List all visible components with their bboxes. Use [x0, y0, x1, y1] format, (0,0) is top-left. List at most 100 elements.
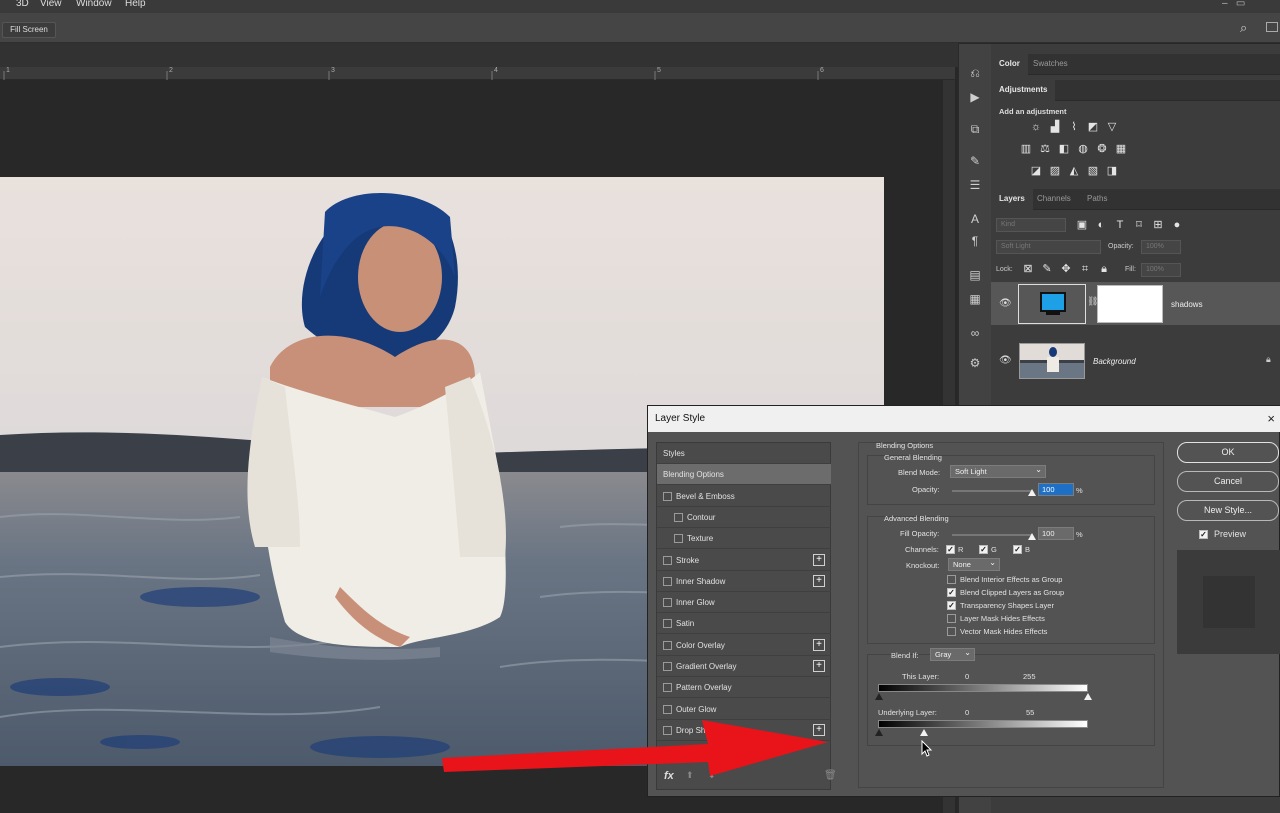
fill-opacity-slider[interactable]	[952, 534, 1032, 536]
properties-icon[interactable]: ☰	[967, 178, 983, 192]
style-checkbox[interactable]	[674, 534, 683, 544]
style-checkbox[interactable]	[663, 491, 672, 501]
black-white-icon[interactable]: ◧	[1057, 143, 1071, 155]
fill-opacity-field[interactable]: 100	[1038, 527, 1074, 540]
style-item[interactable]: Texture	[657, 528, 831, 550]
channel-b-checkbox[interactable]: ✓	[1013, 545, 1022, 554]
fill-opacity-slider-thumb[interactable]	[1028, 533, 1036, 540]
layer-row-background[interactable]: 👁︎ Background 🔒︎	[991, 339, 1280, 383]
this-layer-black-thumb[interactable]	[875, 693, 883, 700]
lock-all-icon[interactable]: 🔒︎	[1097, 263, 1111, 275]
eye-icon[interactable]: 👁︎	[999, 298, 1012, 310]
notes-icon[interactable]: ▦	[967, 292, 983, 306]
advanced-option-checkbox[interactable]: ✓	[947, 601, 956, 610]
style-item[interactable]: Styles	[657, 443, 831, 464]
underlying-layer-gradient[interactable]	[878, 720, 1088, 728]
smart-filter-icon[interactable]: ⊞	[1151, 219, 1165, 231]
channel-r-checkbox[interactable]: ✓	[946, 545, 955, 554]
clone-source-icon[interactable]: ⧉	[967, 122, 983, 136]
color-lookup-icon[interactable]: ▦	[1114, 143, 1128, 155]
style-item[interactable]: Inner Shadow +	[657, 571, 831, 592]
add-effect-plus-icon[interactable]: +	[813, 660, 825, 672]
advanced-option-checkbox[interactable]	[947, 627, 956, 636]
style-item[interactable]: Contour	[657, 507, 831, 528]
lock-position-icon[interactable]: ✥	[1059, 263, 1073, 275]
underlying-white-thumb[interactable]	[920, 729, 928, 736]
tab-adjustments[interactable]: Adjustments	[991, 80, 1056, 101]
layer-opacity-field[interactable]: 100%	[1141, 240, 1181, 254]
style-item[interactable]: Blending Options	[657, 464, 831, 486]
tab-layers[interactable]: Layers	[991, 189, 1033, 210]
layer-name[interactable]: Background	[1093, 357, 1136, 366]
blend-mode-select[interactable]: Soft Light	[950, 464, 1046, 478]
style-item[interactable]: Bevel & Emboss	[657, 486, 831, 507]
layer-mask-thumbnail[interactable]	[1097, 285, 1163, 323]
layer-blend-mode-select[interactable]: Soft Light	[996, 240, 1101, 254]
preview-checkbox[interactable]: ✓	[1199, 530, 1208, 539]
this-layer-gradient[interactable]	[878, 684, 1088, 692]
fill-screen-button[interactable]: Fill Screen	[2, 22, 56, 38]
add-effect-plus-icon[interactable]: +	[813, 553, 825, 566]
style-item[interactable]: Satin	[657, 613, 831, 635]
channel-mixer-icon[interactable]: ❂	[1095, 143, 1109, 155]
blend-if-select[interactable]: Gray	[930, 647, 975, 661]
brush-settings-icon[interactable]: ✎	[967, 154, 983, 168]
style-checkbox[interactable]	[674, 512, 683, 522]
eye-icon[interactable]: 👁︎	[999, 355, 1012, 367]
tab-color[interactable]: Color	[991, 54, 1028, 75]
hue-saturation-icon[interactable]: ▥	[1019, 143, 1033, 155]
search-icon[interactable]: ⌕	[1240, 20, 1247, 36]
style-item[interactable]: Gradient Overlay +	[657, 656, 831, 677]
style-checkbox[interactable]	[663, 598, 672, 608]
libraries-icon[interactable]: ∞	[967, 326, 983, 340]
window-controls[interactable]: – ▭	[1222, 0, 1245, 9]
opacity-slider[interactable]	[952, 490, 1032, 492]
new-style-button[interactable]: New Style...	[1177, 500, 1279, 521]
type-filter-icon[interactable]: T	[1113, 219, 1127, 231]
opacity-slider-thumb[interactable]	[1028, 489, 1036, 496]
ok-button[interactable]: OK	[1177, 442, 1279, 463]
invert-icon[interactable]: ◪	[1029, 165, 1043, 177]
curves-icon[interactable]: ⌇	[1067, 121, 1081, 133]
tab-channels[interactable]: Channels	[1029, 189, 1079, 210]
tab-paths[interactable]: Paths	[1079, 189, 1115, 210]
layer-fill-field[interactable]: 100%	[1141, 263, 1181, 277]
levels-icon[interactable]: ▟	[1048, 121, 1062, 133]
style-checkbox[interactable]	[663, 555, 672, 565]
this-layer-white-thumb[interactable]	[1084, 693, 1092, 700]
adjustment-filter-icon[interactable]: ◐	[1094, 219, 1108, 231]
color-balance-icon[interactable]: ⚖	[1038, 143, 1052, 155]
posterize-icon[interactable]: ▨	[1048, 165, 1062, 177]
add-effect-plus-icon[interactable]: +	[813, 574, 825, 587]
pixel-filter-icon[interactable]: ▣	[1075, 219, 1089, 231]
layer-name[interactable]: shadows	[1171, 300, 1203, 309]
photo-filter-icon[interactable]: ◍	[1076, 143, 1090, 155]
style-checkbox[interactable]	[663, 662, 672, 671]
brightness-icon[interactable]: ☼	[1029, 121, 1043, 133]
underlying-black-thumb[interactable]	[875, 729, 883, 736]
vibrance-icon[interactable]: ▽	[1105, 121, 1119, 133]
tab-swatches[interactable]: Swatches	[1025, 54, 1076, 75]
actions-play-icon[interactable]: ▶	[967, 90, 983, 104]
menu-window[interactable]: Window	[76, 0, 112, 9]
paragraph-icon[interactable]: ¶	[967, 234, 983, 248]
add-effect-plus-icon[interactable]: +	[813, 638, 825, 651]
advanced-option-checkbox[interactable]	[947, 614, 956, 623]
layer-kind-filter[interactable]: Kind	[996, 218, 1066, 232]
menu-view[interactable]: View	[40, 0, 62, 9]
style-checkbox[interactable]	[663, 683, 672, 693]
channel-g-checkbox[interactable]: ✓	[979, 545, 988, 554]
layer-row-shadows[interactable]: 👁︎ ⛓ shadows	[991, 282, 1280, 325]
lock-transparent-icon[interactable]: ⊠	[1021, 263, 1035, 275]
history-icon[interactable]: ⎌	[967, 66, 983, 80]
style-item[interactable]: Color Overlay +	[657, 635, 831, 656]
style-checkbox[interactable]	[663, 640, 672, 650]
exposure-icon[interactable]: ◩	[1086, 121, 1100, 133]
gradient-map-icon[interactable]: ▧	[1086, 165, 1100, 177]
adjust-icon[interactable]: ⚙	[967, 356, 983, 370]
style-item[interactable]: Pattern Overlay	[657, 677, 831, 699]
close-icon[interactable]: ×	[1267, 406, 1275, 432]
filter-toggle-icon[interactable]: ●	[1170, 219, 1184, 231]
glyphs-icon[interactable]: ▤	[967, 268, 983, 282]
advanced-option-checkbox[interactable]	[947, 575, 956, 584]
